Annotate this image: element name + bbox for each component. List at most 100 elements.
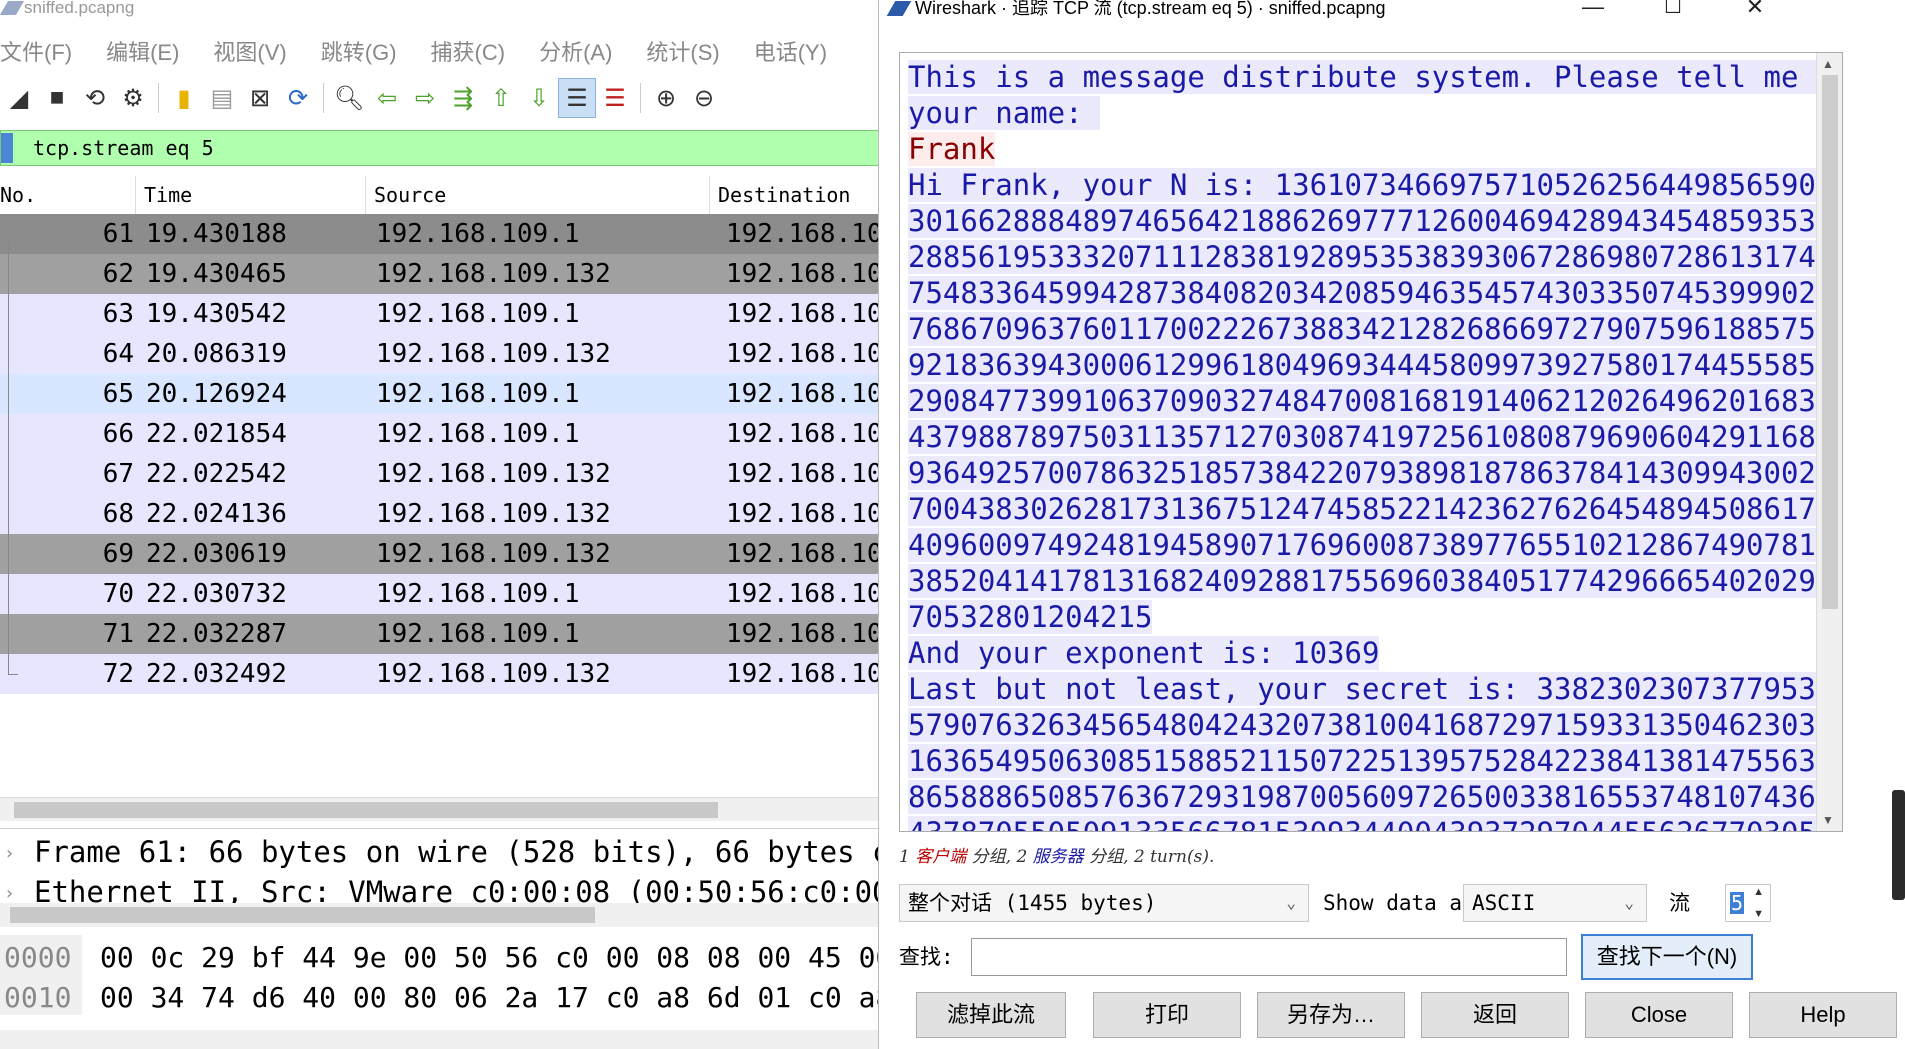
packet-row[interactable]: 72 22.032492 192.168.109.132 192.168.10 — [0, 654, 880, 694]
menu-item[interactable]: 跳转(G) — [321, 35, 397, 67]
menu-item[interactable]: 分析(A) — [539, 35, 612, 67]
packet-destination: 192.168.10 — [726, 299, 880, 329]
find-input[interactable] — [971, 938, 1567, 976]
column-header-no[interactable]: No. — [0, 176, 136, 215]
packet-destination: 192.168.10 — [726, 339, 880, 369]
packet-row[interactable]: 69 22.030619 192.168.109.132 192.168.10 — [0, 534, 880, 574]
go-back-arrow-icon[interactable]: ⇦ — [368, 78, 406, 118]
packet-row[interactable]: 67 22.022542 192.168.109.132 192.168.10 — [0, 454, 880, 494]
packet-time: 22.024136 — [146, 499, 287, 529]
scroll-up-arrow-icon[interactable]: ▲ — [1822, 57, 1834, 71]
find-next-button[interactable]: 查找下一个(N) — [1581, 934, 1753, 980]
byte-hex-row[interactable]: 00 34 74 d6 40 00 80 06 2a 17 c0 a8 6d 0… — [100, 981, 880, 1014]
packet-time: 20.126924 — [146, 379, 287, 409]
find-packet-icon[interactable]: 🔍︎ — [330, 78, 368, 118]
packet-row[interactable]: 61 19.430188 192.168.109.1 192.168.10 — [0, 214, 880, 254]
menu-item[interactable]: 电话(Y) — [754, 35, 827, 67]
open-file-icon[interactable]: ▮ — [165, 78, 203, 118]
menu-item[interactable]: 视图(V) — [213, 35, 286, 67]
minimize-icon[interactable]: — — [1573, 0, 1613, 20]
packet-row[interactable]: 71 22.032287 192.168.109.1 192.168.10 — [0, 614, 880, 654]
packet-list-header: No. Time Source Destination — [0, 176, 880, 215]
packet-no: 62 — [102, 259, 134, 289]
show-data-as-select[interactable]: ASCII ⌄ — [1463, 884, 1647, 922]
filter-out-stream-button[interactable]: 滤掉此流 — [916, 992, 1066, 1038]
close-file-icon[interactable]: ⊠ — [241, 78, 279, 118]
column-header-time[interactable]: Time — [136, 176, 366, 215]
scroll-down-arrow-icon[interactable]: ▼ — [1822, 813, 1834, 827]
print-button[interactable]: 打印 — [1093, 992, 1241, 1038]
go-forward-arrow-icon[interactable]: ⇨ — [406, 78, 444, 118]
first-packet-icon[interactable]: ⇧ — [482, 78, 520, 118]
detail-frame-line[interactable]: Frame 61: 66 bytes on wire (528 bits), 6… — [0, 835, 880, 869]
packet-destination: 192.168.10 — [726, 259, 880, 289]
packet-no: 64 — [102, 339, 134, 369]
packet-time: 20.086319 — [146, 339, 287, 369]
packet-row[interactable]: 68 22.024136 192.168.109.132 192.168.10 — [0, 494, 880, 534]
byte-hex-row[interactable]: 00 0c 29 bf 44 9e 00 50 56 c0 00 08 08 0… — [100, 941, 880, 974]
stream-number-value: 5 — [1730, 891, 1744, 915]
stream-vscrollbar[interactable]: ▲ ▼ — [1816, 53, 1842, 831]
packet-source: 192.168.109.1 — [376, 419, 580, 449]
wireshark-fin-icon — [0, 1, 25, 15]
save-file-icon[interactable]: ▤ — [203, 78, 241, 118]
menu-item[interactable]: 捕获(C) — [431, 35, 506, 67]
show-data-label: Show data as — [1323, 891, 1475, 915]
close-button[interactable]: Close — [1585, 992, 1733, 1038]
column-header-source[interactable]: Source — [366, 176, 710, 215]
scrollbar-thumb[interactable] — [14, 802, 718, 818]
details-hscrollbar[interactable] — [0, 903, 880, 927]
help-button[interactable]: Help — [1749, 992, 1897, 1038]
bookmark-icon[interactable] — [1, 133, 13, 163]
menu-item[interactable]: 文件(F) — [0, 35, 72, 67]
save-as-button[interactable]: 另存为… — [1257, 992, 1405, 1038]
stop-capture-icon[interactable]: ■ — [38, 78, 76, 118]
column-header-destination[interactable]: Destination — [710, 176, 880, 215]
autoscroll-icon[interactable]: ☰ — [558, 78, 596, 118]
packet-time: 19.430188 — [146, 219, 287, 249]
display-filter-input[interactable]: tcp.stream eq 5 — [0, 130, 880, 166]
spin-up-icon[interactable]: ▲ — [1753, 886, 1764, 898]
packet-row[interactable]: 65 20.126924 192.168.109.1 192.168.10 — [0, 374, 880, 414]
packet-row[interactable]: 62 19.430465 192.168.109.132 192.168.10 — [0, 254, 880, 294]
zoom-in-icon[interactable]: ⊕ — [647, 78, 685, 118]
restart-capture-icon[interactable]: ⟲ — [76, 78, 114, 118]
byte-offset: 0000 — [4, 941, 72, 974]
main-title-text: sniffed.pcapng — [24, 0, 135, 17]
stream-number-spinbox[interactable]: 5 ▲ ▼ — [1725, 884, 1771, 922]
packet-row[interactable]: 70 22.030732 192.168.109.1 192.168.10 — [0, 574, 880, 614]
packet-destination: 192.168.10 — [726, 539, 880, 569]
start-capture-fin-icon[interactable]: ◢ — [0, 78, 38, 118]
colorize-icon[interactable]: ☰ — [596, 78, 634, 118]
last-packet-icon[interactable]: ⇩ — [520, 78, 558, 118]
main-toolbar: ◢ ■ ⟲ ⚙ ▮ ▤ ⊠ ⟳ 🔍︎ ⇦ ⇨ ⇶ ⇧ ⇩ ☰ ☰ ⊕ ⊖ — [0, 76, 880, 120]
zoom-out-icon[interactable]: ⊖ — [685, 78, 723, 118]
scrollbar-thumb[interactable] — [10, 907, 595, 923]
menu-item[interactable]: 编辑(E) — [106, 35, 179, 67]
capture-options-gear-icon[interactable]: ⚙ — [114, 78, 152, 118]
conversation-select[interactable]: 整个对话 (1455 bytes) ⌄ — [899, 884, 1309, 922]
go-to-packet-icon[interactable]: ⇶ — [444, 78, 482, 118]
back-button[interactable]: 返回 — [1421, 992, 1569, 1038]
packet-list-hscrollbar[interactable] — [0, 797, 880, 821]
close-window-icon[interactable]: ✕ — [1735, 0, 1775, 20]
reload-file-icon[interactable]: ⟳ — [279, 78, 317, 118]
menu-item[interactable]: 统计(S) — [646, 35, 719, 67]
packet-source: 192.168.109.132 — [376, 459, 611, 489]
packet-time: 22.022542 — [146, 459, 287, 489]
client-message: Frank — [908, 132, 996, 166]
stream-text: This is a message distribute system. Ple… — [908, 59, 1818, 831]
packet-time: 22.032287 — [146, 619, 287, 649]
client-link[interactable]: 客户端 — [915, 847, 966, 867]
packet-row[interactable]: 63 19.430542 192.168.109.1 192.168.10 — [0, 294, 880, 334]
packet-row[interactable]: 66 22.021854 192.168.109.1 192.168.10 — [0, 414, 880, 454]
maximize-icon[interactable]: ☐ — [1653, 0, 1693, 20]
server-link[interactable]: 服务器 — [1033, 847, 1084, 867]
stream-content-view[interactable]: This is a message distribute system. Ple… — [899, 52, 1843, 832]
packet-destination: 192.168.10 — [726, 219, 880, 249]
packet-row[interactable]: 64 20.086319 192.168.109.132 192.168.10 — [0, 334, 880, 374]
scrollbar-thumb[interactable] — [1822, 75, 1838, 609]
packet-time: 19.430465 — [146, 259, 287, 289]
packet-no: 70 — [102, 579, 134, 609]
spin-down-icon[interactable]: ▼ — [1753, 908, 1764, 920]
